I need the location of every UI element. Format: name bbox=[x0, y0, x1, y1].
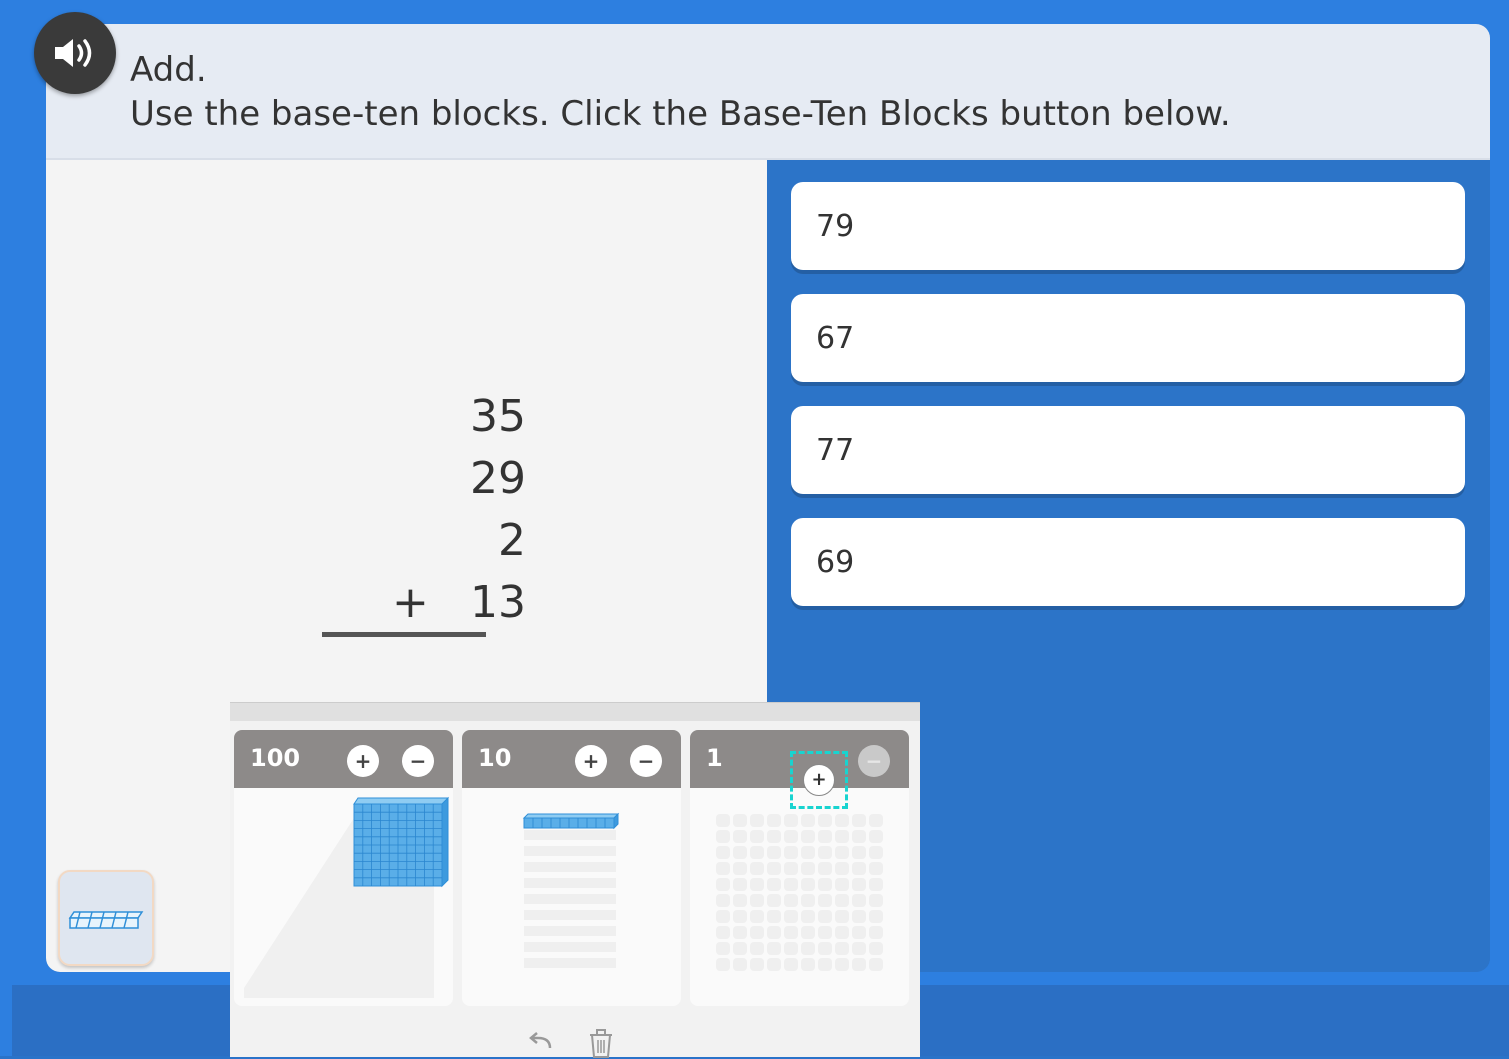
ten-rod-icon bbox=[68, 911, 144, 929]
base-ten-blocks-button[interactable] bbox=[58, 870, 154, 966]
panel-drag-bar[interactable] bbox=[230, 703, 920, 721]
trash-icon[interactable] bbox=[588, 1027, 614, 1059]
prompt-instruction: Use the base-ten blocks. Click the Base-… bbox=[130, 94, 1231, 134]
plus-operator: + bbox=[392, 577, 429, 628]
ones-grid-placeholder bbox=[716, 814, 886, 974]
speaker-icon bbox=[55, 39, 92, 67]
add-hundred-button[interactable]: + bbox=[347, 745, 379, 777]
prompt-header: Add. Use the base-ten blocks. Click the … bbox=[46, 24, 1490, 160]
ones-label: 1 bbox=[706, 744, 723, 772]
hundreds-column: 100 + − bbox=[234, 730, 453, 1006]
answer-choice-4[interactable]: 69 bbox=[791, 518, 1465, 606]
prompt-title: Add. bbox=[130, 50, 207, 90]
tens-column: 10 + − bbox=[462, 730, 681, 1006]
remove-ten-button[interactable]: − bbox=[630, 745, 662, 777]
answer-choice-label: 77 bbox=[816, 432, 855, 468]
addend-3: 2 bbox=[498, 515, 526, 566]
addend-4-row: + 13 bbox=[346, 572, 526, 634]
left-border bbox=[0, 0, 12, 1056]
ten-rod-block[interactable] bbox=[462, 788, 681, 1006]
answer-choice-label: 79 bbox=[816, 208, 855, 244]
read-aloud-button[interactable] bbox=[34, 12, 116, 94]
addend-2: 29 bbox=[470, 453, 526, 504]
addend-4: 13 bbox=[470, 577, 526, 628]
tens-label: 10 bbox=[478, 744, 512, 772]
hundreds-header: 100 + − bbox=[234, 730, 453, 788]
undo-icon[interactable] bbox=[528, 1031, 554, 1051]
addition-problem: 35 29 2 + 13 bbox=[322, 386, 526, 637]
hundred-flat-block[interactable] bbox=[234, 788, 453, 1006]
sum-line bbox=[322, 632, 486, 637]
answer-choice-label: 69 bbox=[816, 544, 855, 580]
answer-choice-2[interactable]: 67 bbox=[791, 294, 1465, 382]
answer-choice-1[interactable]: 79 bbox=[791, 182, 1465, 270]
add-one-button[interactable]: + bbox=[803, 764, 835, 796]
addend-1: 35 bbox=[470, 391, 526, 442]
hundreds-label: 100 bbox=[250, 744, 301, 772]
remove-hundred-button[interactable]: − bbox=[402, 745, 434, 777]
answer-choice-label: 67 bbox=[816, 320, 855, 356]
tens-header: 10 + − bbox=[462, 730, 681, 788]
add-ten-button[interactable]: + bbox=[575, 745, 607, 777]
remove-one-button[interactable]: − bbox=[858, 745, 890, 777]
panel-footer bbox=[230, 1009, 920, 1059]
answer-choice-3[interactable]: 77 bbox=[791, 406, 1465, 494]
